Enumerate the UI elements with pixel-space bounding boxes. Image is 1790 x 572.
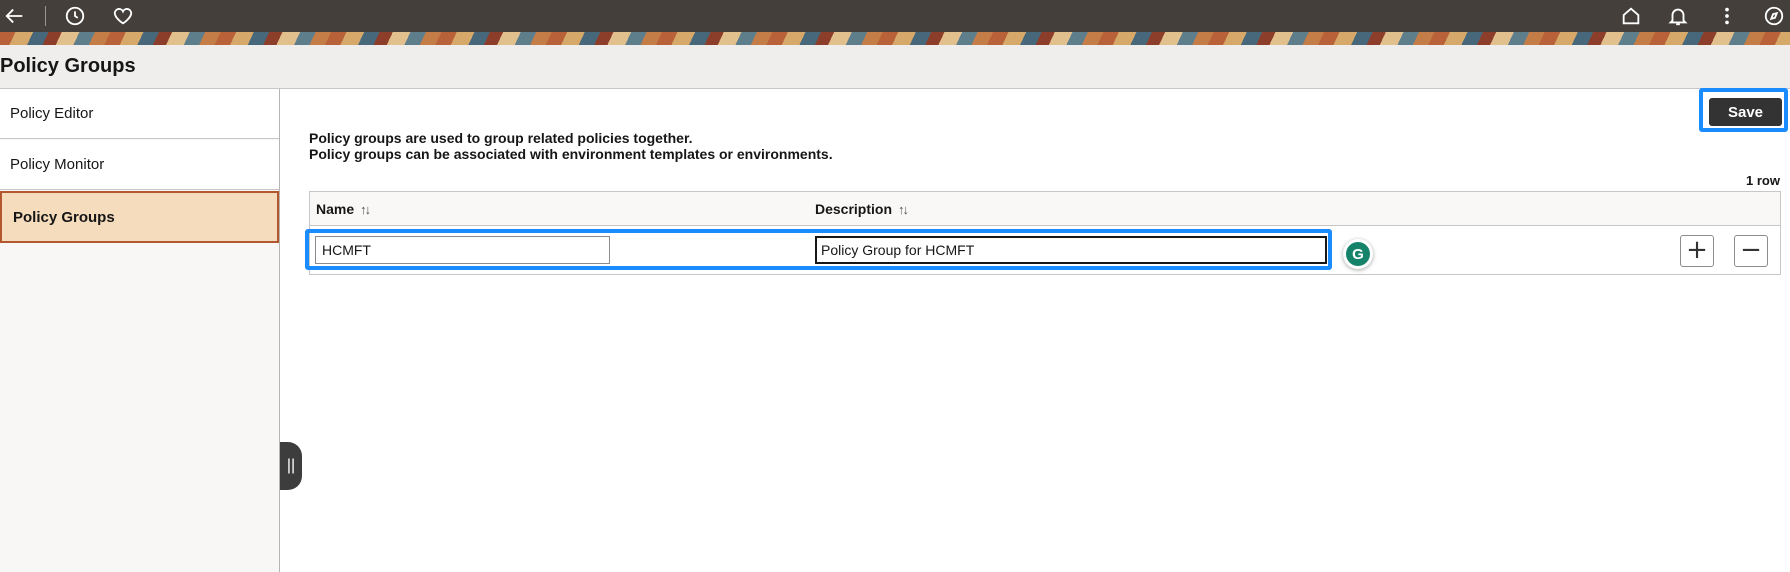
sidebar-collapse-handle[interactable]: ||: [280, 442, 302, 490]
page-title: Policy Groups: [0, 55, 136, 77]
column-header-name-label: Name: [316, 201, 355, 217]
grid-header: Name ↑↓ Description ↑↓: [310, 192, 1780, 226]
description-line-2: Policy groups can be associated with env…: [309, 146, 833, 162]
heart-icon[interactable]: [111, 4, 135, 28]
home-icon[interactable]: [1619, 4, 1643, 28]
page-description: Policy groups are used to group related …: [309, 130, 833, 162]
sidebar-item-policy-editor[interactable]: Policy Editor: [0, 89, 279, 139]
bell-icon[interactable]: [1666, 4, 1690, 28]
save-button-highlight: Save: [1699, 88, 1788, 132]
sort-icon[interactable]: ↑↓: [898, 202, 909, 217]
sidebar: Policy Editor Policy Monitor Policy Grou…: [0, 89, 280, 572]
description-field[interactable]: [815, 236, 1327, 264]
grammarly-icon[interactable]: G: [1343, 239, 1373, 269]
compass-icon[interactable]: [1762, 4, 1786, 28]
name-field[interactable]: [315, 236, 610, 264]
column-header-description-label: Description: [815, 201, 893, 217]
back-arrow-icon[interactable]: [3, 4, 27, 28]
column-header-name[interactable]: Name ↑↓: [316, 201, 371, 217]
grammarly-glyph: G: [1346, 242, 1370, 266]
more-vertical-icon[interactable]: [1715, 4, 1739, 28]
sidebar-item-policy-groups[interactable]: Policy Groups: [0, 191, 279, 243]
page-header: Policy Groups: [0, 45, 1790, 89]
add-row-button[interactable]: +: [1680, 235, 1714, 267]
save-button[interactable]: Save: [1709, 98, 1782, 126]
delete-row-button[interactable]: −: [1734, 235, 1768, 267]
column-header-description[interactable]: Description ↑↓: [815, 201, 909, 217]
decorative-banner: [0, 32, 1790, 45]
sidebar-item-policy-monitor[interactable]: Policy Monitor: [0, 140, 279, 190]
clock-icon[interactable]: [63, 4, 87, 28]
sort-icon[interactable]: ↑↓: [360, 202, 371, 217]
description-line-1: Policy groups are used to group related …: [309, 130, 693, 146]
toolbar-divider: [45, 6, 46, 26]
row-count: 1 row: [1746, 173, 1780, 188]
top-navigation-bar: [0, 0, 1790, 32]
